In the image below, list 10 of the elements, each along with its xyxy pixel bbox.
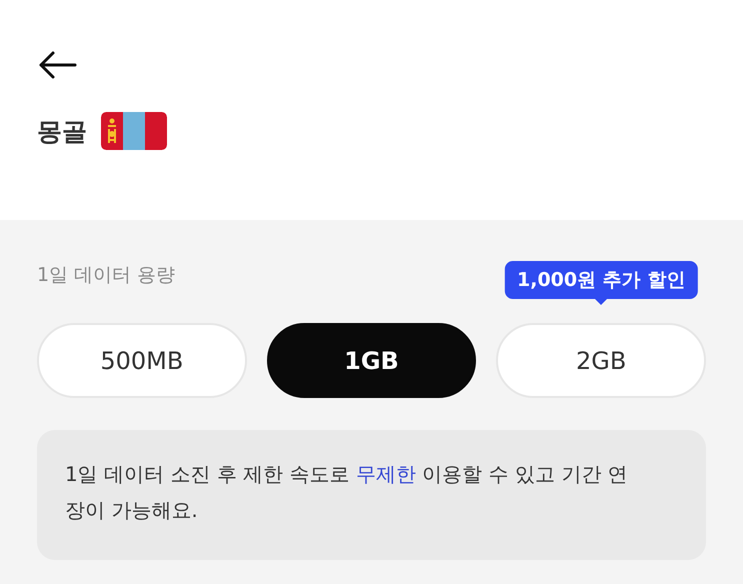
plan-option[interactable]: 1GB (266, 323, 476, 398)
plan-option[interactable]: 2GB (496, 323, 706, 398)
discount-badge: 1,000원 추가 할인 (505, 261, 698, 299)
badge-pointer-icon (594, 298, 608, 305)
info-note: 1일 데이터 소진 후 제한 속도로 무제한 이용할 수 있고 기간 연장이 가능해요. (37, 430, 706, 560)
section-label: 1일 데이터 용량 (37, 263, 176, 288)
plan-option[interactable]: 500MB (37, 323, 247, 398)
flag-icon (101, 112, 167, 150)
country-title: 몽골 (37, 116, 87, 148)
back-icon[interactable] (37, 50, 77, 80)
